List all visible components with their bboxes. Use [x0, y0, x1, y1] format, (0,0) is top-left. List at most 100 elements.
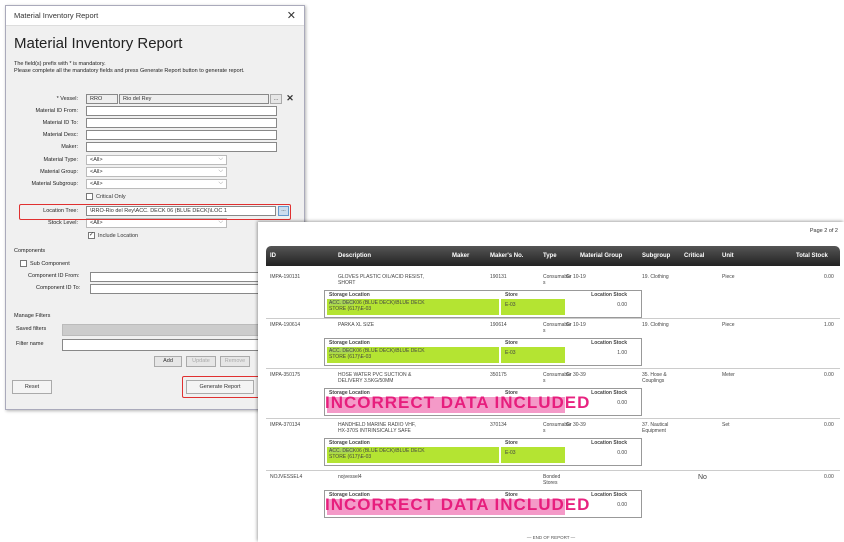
- location-stock-value: 0.00: [617, 450, 627, 456]
- mandatory-note: The field(s) prefix with * is mandatory.: [14, 61, 106, 67]
- location-stock-header: Location Stock: [591, 340, 627, 346]
- col-unit: Unit: [722, 253, 734, 259]
- add-filter-button[interactable]: Add: [154, 356, 182, 367]
- storage-subtable: Storage Location Store Location Stock ▒▒▒▒▒…: [324, 290, 642, 318]
- store-header: Store: [505, 292, 518, 298]
- chevron-down-icon: ⌵: [218, 219, 223, 225]
- update-filter-button[interactable]: Update: [186, 356, 216, 367]
- storage-subtable: Storage Location Store Location Stock INCOR…: [324, 490, 642, 518]
- component-id-from-label: Component ID From:: [28, 273, 80, 279]
- maker-label: Maker:: [61, 144, 78, 150]
- cell-unit: Meter: [722, 372, 735, 378]
- stock-level-label: Stock Level:: [48, 220, 78, 226]
- critical-only-checkbox[interactable]: Critical Only: [86, 193, 126, 200]
- row-divider: [266, 368, 840, 369]
- store-value: E-03: [505, 302, 516, 308]
- storage-location-value: ▒▒▒▒▒▒▒ ACC. DECK06 (BLUE DECK)\BLUE DEC…: [329, 300, 425, 312]
- cell-type-line2: s: [543, 280, 546, 286]
- vessel-row: * Vessel: RRO Rio del Rey ... ✕: [6, 93, 306, 105]
- storage-location-value: ▒▒▒▒▒▒▒ ACC. DECK06 (BLUE DECK)\BLUE DEC…: [329, 448, 425, 460]
- col-type: Type: [543, 253, 557, 259]
- cell-type-line2: s: [543, 328, 546, 334]
- clear-vessel-icon[interactable]: ✕: [284, 93, 296, 105]
- cell-total-stock: 1.00: [824, 322, 834, 328]
- cell-id: IMPA-350175: [270, 372, 301, 378]
- material-id-to-field[interactable]: [86, 118, 277, 128]
- material-type-select[interactable]: <All> ⌵: [86, 155, 227, 165]
- col-material-group: Material Group: [580, 253, 623, 259]
- vessel-name-field[interactable]: Rio del Rey: [119, 94, 269, 104]
- reset-button[interactable]: Reset: [12, 380, 52, 394]
- generate-report-highlight: [182, 376, 260, 398]
- manage-filters-title: Manage Filters: [14, 313, 51, 319]
- stock-level-value: <All>: [90, 220, 103, 226]
- cell-subgroup-line1: 19. Clothing: [642, 322, 669, 328]
- storage-location-value: ▒▒▒▒▒▒▒ ACC. DECK06 (BLUE DECK)\BLUE DEC…: [329, 348, 425, 360]
- sub-component-checkbox[interactable]: Sub Component: [20, 260, 70, 267]
- col-makers-no: Maker's No.: [490, 253, 524, 259]
- storage-location-header: Storage Location: [329, 292, 370, 298]
- col-id: ID: [270, 253, 276, 259]
- include-location-checkbox[interactable]: ✓ Include Location: [88, 232, 138, 239]
- vessel-label: * Vessel:: [56, 96, 78, 102]
- material-desc-field[interactable]: [86, 130, 277, 140]
- cell-total-stock: 0.00: [824, 372, 834, 378]
- cell-id: IMPA-190131: [270, 274, 301, 280]
- component-id-to-label: Component ID To:: [36, 285, 81, 291]
- col-subgroup: Subgroup: [642, 253, 671, 259]
- material-group-row: Material Group: <All> ⌵: [6, 167, 306, 178]
- vessel-browse-button[interactable]: ...: [270, 94, 282, 104]
- include-location-label: Include Location: [98, 232, 139, 239]
- cell-subgroup-line2: Equipment: [642, 428, 666, 434]
- cell-makers-no: 350175: [490, 372, 507, 378]
- material-type-value: <All>: [90, 157, 103, 163]
- cell-description-line1: PARKA XL SIZE: [338, 322, 375, 328]
- material-group-value: <All>: [90, 169, 103, 175]
- store-value: E-03: [505, 450, 516, 456]
- chevron-down-icon: ⌵: [218, 156, 223, 162]
- close-icon[interactable]: ✕: [287, 9, 296, 22]
- cell-material-group: Gr 10-19: [566, 322, 586, 328]
- incorrect-data-watermark: INCORRECT DATA INCLUDED: [325, 393, 591, 412]
- row-divider: [266, 318, 840, 319]
- cell-total-stock: 0.00: [824, 474, 834, 480]
- cell-material-group: Gr 30-39: [566, 422, 586, 428]
- store-header: Store: [505, 340, 518, 346]
- location-tree-highlight: [19, 204, 291, 220]
- maker-field[interactable]: [86, 142, 277, 152]
- maker-row: Maker:: [6, 142, 306, 153]
- material-subgroup-value: <All>: [90, 181, 103, 187]
- material-group-select[interactable]: <All> ⌵: [86, 167, 227, 177]
- material-id-from-field[interactable]: [86, 106, 277, 116]
- location-stock-header: Location Stock: [591, 292, 627, 298]
- page-title: Material Inventory Report: [14, 35, 183, 52]
- cell-critical: No: [698, 474, 707, 481]
- material-subgroup-label: Material Subgroup:: [31, 181, 78, 187]
- cell-unit: Set: [722, 422, 730, 428]
- cell-type-line2: s: [543, 428, 546, 434]
- cell-material-group: Gr 10-19: [566, 274, 586, 280]
- cell-description-line2: HX-370S INTRINSICALLY SAFE: [338, 428, 411, 434]
- critical-only-label: Critical Only: [96, 193, 126, 200]
- generate-note: Please complete all the mandatory fields…: [14, 68, 245, 74]
- storage-subtable: Storage Location Store Location Stock ▒▒▒▒▒…: [324, 438, 642, 466]
- cell-description-line1: nojvessel4: [338, 474, 362, 480]
- cell-subgroup-line1: 19. Clothing: [642, 274, 669, 280]
- cell-id: NOJVESSEL4: [270, 474, 303, 480]
- cell-description-line2: DELIVERY 3.5KG/50MM: [338, 378, 394, 384]
- report-preview: Page 2 of 2 ID Description Maker Maker's…: [258, 222, 844, 542]
- page-number: Page 2 of 2: [809, 228, 838, 234]
- store-value: E-03: [505, 350, 516, 356]
- material-desc-label: Material Desc:: [42, 132, 78, 138]
- instructions: The field(s) prefix with * is mandatory.…: [14, 61, 304, 75]
- chevron-down-icon: ⌵: [218, 180, 223, 186]
- material-subgroup-select[interactable]: <All> ⌵: [86, 179, 227, 189]
- location-stock-value: 0.00: [617, 302, 627, 308]
- col-description: Description: [338, 253, 372, 259]
- chevron-down-icon: ⌵: [218, 168, 223, 174]
- material-id-to-label: Material ID To:: [42, 120, 78, 126]
- location-stock-header: Location Stock: [591, 492, 627, 498]
- remove-filter-button[interactable]: Remove: [220, 356, 250, 367]
- vessel-code-field[interactable]: RRO: [86, 94, 118, 104]
- material-id-from-label: Material ID From:: [35, 108, 78, 114]
